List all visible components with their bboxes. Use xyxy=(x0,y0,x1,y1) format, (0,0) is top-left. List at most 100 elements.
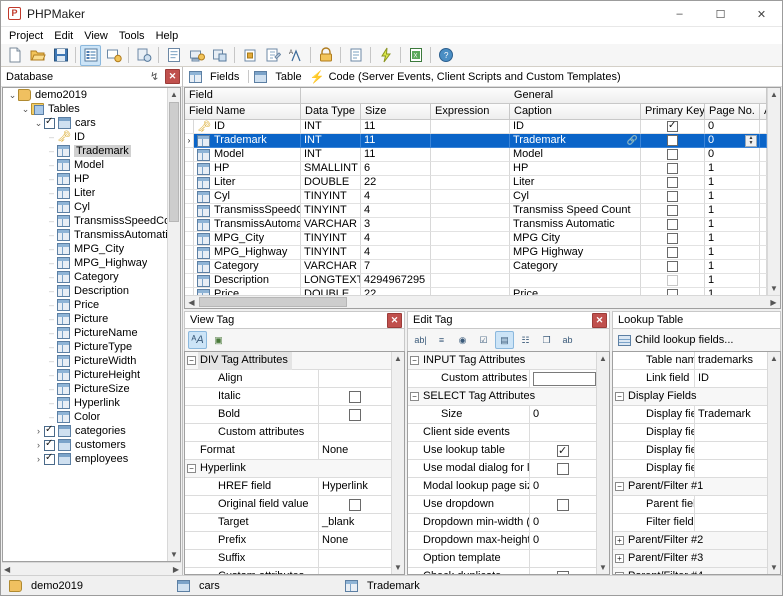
tree-node-id[interactable]: – 🗝 ID xyxy=(3,130,180,144)
property-value[interactable]: trademarks xyxy=(695,352,767,370)
tree-node-employees[interactable]: › employees xyxy=(3,452,180,466)
cell-auto-update-value[interactable] xyxy=(760,260,767,274)
table-row[interactable]: MPG_City TINYINT 4 MPG City 1 xyxy=(185,232,767,246)
cell-expression[interactable] xyxy=(431,190,510,204)
property-row[interactable]: Custom attributes xyxy=(185,423,391,442)
expander-open-icon[interactable]: ⌄ xyxy=(33,116,44,130)
tree-horizontal-scrollbar[interactable]: ◀ ▶ xyxy=(2,562,181,575)
property-value[interactable] xyxy=(319,424,391,442)
cell-field-name[interactable]: Cyl xyxy=(194,190,301,204)
cell-data-type[interactable]: LONGTEXT xyxy=(301,274,361,288)
cell-size[interactable]: 11 xyxy=(361,134,431,148)
edit-tag-scrollbar[interactable]: ▲ ▼ xyxy=(596,352,609,574)
scroll-down-icon[interactable]: ▼ xyxy=(392,561,404,574)
property-row[interactable]: Table nametrademarks xyxy=(613,352,767,370)
grid-column-expression[interactable]: Expression xyxy=(431,104,510,120)
lookup-icon[interactable]: 🔗 xyxy=(627,134,638,147)
grid-column-caption[interactable]: Caption xyxy=(510,104,641,120)
cell-expression[interactable] xyxy=(431,260,510,274)
scroll-down-icon[interactable]: ▼ xyxy=(768,561,780,574)
menu-view[interactable]: View xyxy=(79,28,114,44)
cell-field-name[interactable]: MPG_City xyxy=(194,232,301,246)
table-settings-icon[interactable] xyxy=(103,45,124,66)
cell-auto-update-value[interactable] xyxy=(760,246,767,260)
tree-node-liter[interactable]: – Liter xyxy=(3,186,180,200)
primary-key-checkbox[interactable] xyxy=(667,205,678,216)
pin-icon[interactable]: ↯ xyxy=(147,69,162,84)
group-expander-icon[interactable]: − xyxy=(185,460,198,477)
primary-key-checkbox[interactable] xyxy=(667,120,678,132)
property-value[interactable]: Hyperlink xyxy=(319,478,391,496)
scroll-down-icon[interactable]: ▼ xyxy=(168,548,180,561)
property-checkbox[interactable] xyxy=(557,570,569,574)
cell-data-type[interactable]: DOUBLE xyxy=(301,288,361,295)
table-row[interactable]: Description LONGTEXT 4294967295 1 xyxy=(185,274,767,288)
tree-node-description[interactable]: – Description xyxy=(3,284,180,298)
cell-page-no[interactable]: 1 xyxy=(705,288,760,295)
property-row[interactable]: Size 0 xyxy=(408,405,596,424)
property-row[interactable]: Filter field xyxy=(613,513,767,532)
property-group-row[interactable]: − SELECT Tag Attributes xyxy=(408,388,596,406)
cell-expression[interactable] xyxy=(431,204,510,218)
property-row[interactable]: HREF field Hyperlink xyxy=(185,477,391,496)
tree-node-pictureheight[interactable]: – PictureHeight xyxy=(3,368,180,382)
cell-data-type[interactable]: TINYINT xyxy=(301,190,361,204)
group-expander-icon[interactable]: − xyxy=(408,352,421,369)
property-row[interactable]: Link field ID xyxy=(613,369,767,388)
tab-table[interactable]: Table xyxy=(252,68,307,86)
property-row[interactable]: Modal lookup page size 0 xyxy=(408,477,596,496)
cell-primary-key[interactable] xyxy=(641,260,705,274)
property-row[interactable]: Custom attributes xyxy=(185,567,391,575)
tree-node-hyperlink[interactable]: – Hyperlink xyxy=(3,396,180,410)
cell-field-name[interactable]: Price xyxy=(194,288,301,295)
cell-page-no[interactable]: 1 xyxy=(705,218,760,232)
property-value[interactable]: _blank xyxy=(319,514,391,532)
group-expander-icon[interactable]: − xyxy=(408,388,421,405)
primary-key-checkbox[interactable] xyxy=(667,233,678,244)
cell-size[interactable]: 22 xyxy=(361,176,431,190)
cell-field-name[interactable]: Liter xyxy=(194,176,301,190)
table-row[interactable]: TransmissAutomaticVARCHAR3 Transmiss Auto… xyxy=(185,218,767,232)
property-row[interactable]: Parent field xyxy=(613,495,767,514)
cell-size[interactable]: 4 xyxy=(361,246,431,260)
group-expander-icon[interactable]: − xyxy=(613,478,626,495)
grid-column-data-type[interactable]: Data Type xyxy=(301,104,361,120)
cell-data-type[interactable]: INT xyxy=(301,148,361,162)
cell-auto-update-value[interactable] xyxy=(760,148,767,162)
property-checkbox[interactable] xyxy=(349,498,361,511)
scroll-down-icon[interactable]: ▼ xyxy=(768,282,780,295)
cell-expression[interactable] xyxy=(431,148,510,162)
property-value[interactable] xyxy=(319,568,391,575)
menu-project[interactable]: Project xyxy=(4,28,49,44)
cell-expression[interactable] xyxy=(431,232,510,246)
property-row[interactable]: Align xyxy=(185,369,391,388)
property-row[interactable]: Use lookup table xyxy=(408,441,596,460)
page-setup-icon[interactable] xyxy=(163,45,184,66)
cell-caption[interactable]: ID xyxy=(510,120,641,134)
menu-tools[interactable]: Tools xyxy=(114,28,151,44)
custom-tag-icon[interactable]: ab xyxy=(558,331,577,349)
group-expander-icon[interactable]: + xyxy=(613,532,626,549)
cell-page-no[interactable]: 1 xyxy=(705,246,760,260)
grid-column-field-name[interactable]: Field Name xyxy=(185,104,301,120)
cell-auto-update-value[interactable] xyxy=(760,120,767,134)
security-icon[interactable] xyxy=(239,45,260,66)
cell-field-name[interactable]: Category xyxy=(194,260,301,274)
property-group-row[interactable]: − INPUT Tag Attributes xyxy=(408,352,596,370)
scroll-left-icon[interactable]: ◀ xyxy=(185,298,198,307)
cell-caption[interactable]: MPG Highway xyxy=(510,246,641,260)
open-project-icon[interactable] xyxy=(27,45,48,66)
expander-closed-icon[interactable]: › xyxy=(33,424,44,438)
expander-closed-icon[interactable]: › xyxy=(33,452,44,466)
cell-caption[interactable]: Cyl xyxy=(510,190,641,204)
property-row[interactable]: Dropdown max-height (px0 xyxy=(408,531,596,550)
cell-primary-key[interactable] xyxy=(641,176,705,190)
expander-closed-icon[interactable]: › xyxy=(33,438,44,452)
primary-key-checkbox[interactable] xyxy=(667,247,678,258)
property-group-row[interactable]: +Parent/Filter #4 xyxy=(613,568,767,574)
cell-size[interactable]: 4 xyxy=(361,190,431,204)
grid-vertical-scrollbar[interactable]: ▲ ▼ xyxy=(767,88,780,295)
property-value[interactable]: None xyxy=(319,442,391,460)
tree-node-mpg-highway[interactable]: – MPG_Highway xyxy=(3,256,180,270)
advanced-settings-icon[interactable]: A xyxy=(285,45,306,66)
